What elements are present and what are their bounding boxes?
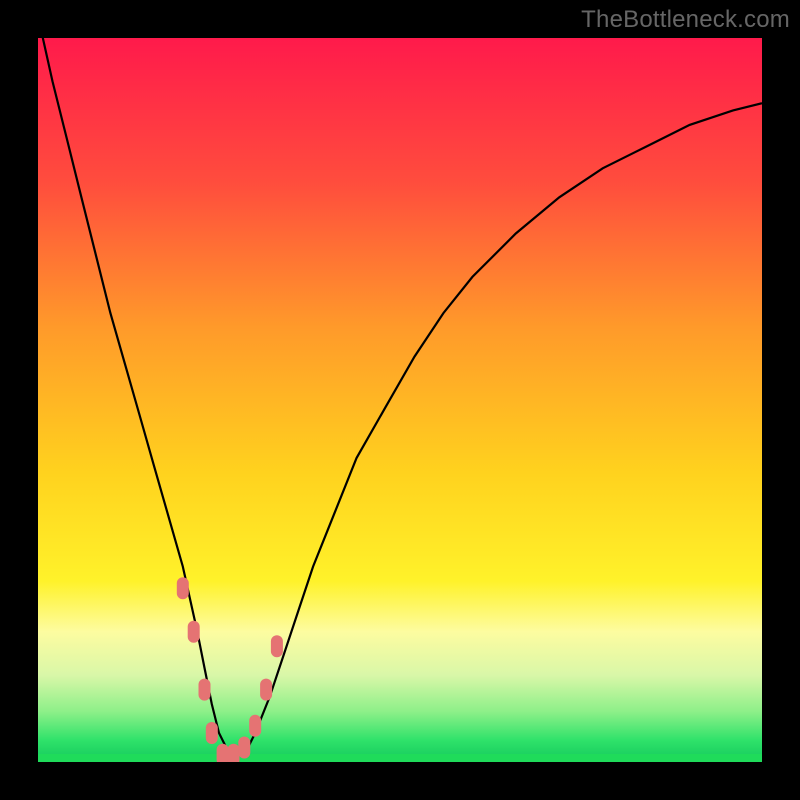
marker-point: [206, 722, 218, 744]
marker-point: [238, 737, 250, 759]
marker-point: [217, 744, 229, 762]
watermark-text: TheBottleneck.com: [581, 6, 790, 34]
marker-point: [228, 744, 240, 762]
green-band: [38, 754, 762, 762]
plot-area: [38, 38, 762, 762]
marker-point: [260, 679, 272, 701]
marker-point: [199, 679, 211, 701]
marker-point: [177, 577, 189, 599]
marker-point: [188, 621, 200, 643]
marker-point: [271, 635, 283, 657]
chart-frame: TheBottleneck.com: [0, 0, 800, 800]
marker-point: [249, 715, 261, 737]
gradient-background: [38, 38, 762, 762]
plot-svg: [38, 38, 762, 762]
